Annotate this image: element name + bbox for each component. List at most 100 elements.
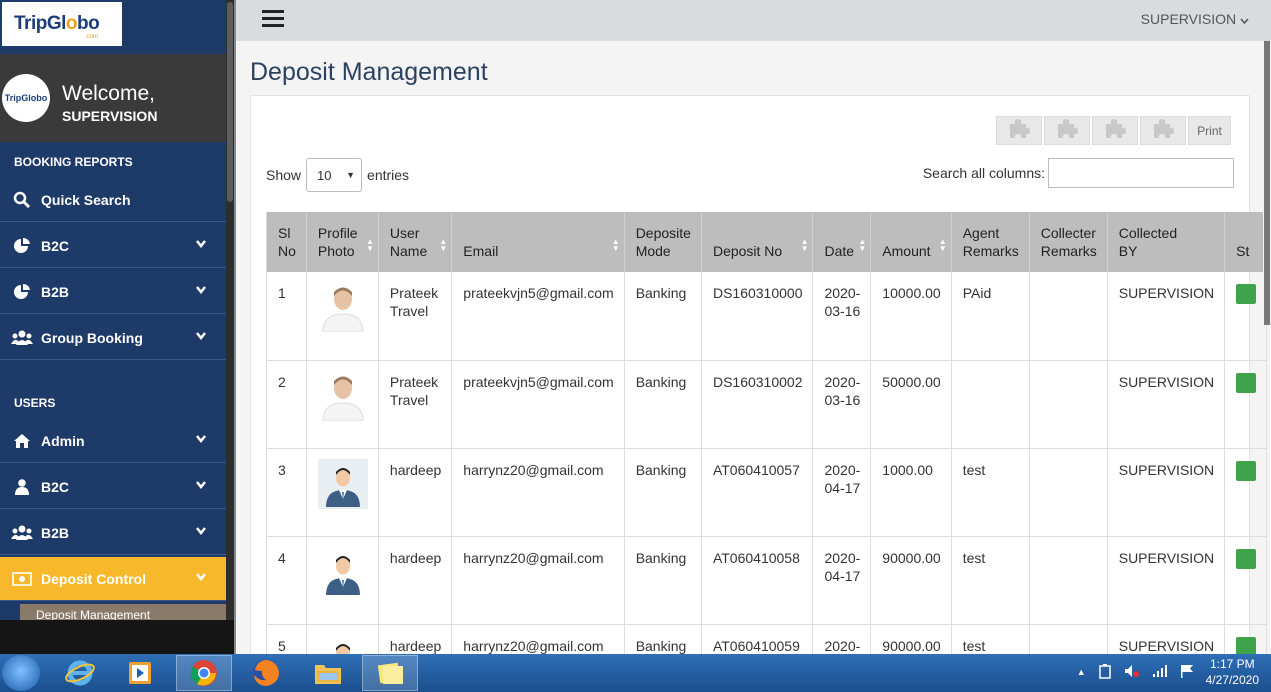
cell-user-name: Prateek Travel (378, 360, 453, 449)
sort-icon: ▲ ▼ (611, 237, 620, 253)
cell-date: 2020- (812, 624, 872, 654)
cell-agent-remarks: test (951, 624, 1030, 654)
sidebar-item-b2c-users[interactable]: B2C (0, 465, 226, 509)
column-header-profile-photo[interactable]: Profile Photo ▲ ▼ (306, 212, 379, 272)
logo[interactable]: TripGlobo .com (2, 2, 122, 46)
column-header-collected-by[interactable]: Collected BY (1107, 212, 1226, 272)
cell-email: prateekvjn5@gmail.com (451, 272, 625, 361)
export-toolbar: Print (996, 116, 1231, 145)
cell-photo (306, 360, 379, 449)
power-icon[interactable] (1098, 663, 1112, 682)
cell-collecter-remarks (1029, 624, 1108, 654)
system-tray: ▲ 1:17 PM 4/27/2020 (1077, 656, 1259, 688)
sidebar-item-deposit-control[interactable]: Deposit Control (0, 557, 226, 601)
puzzle-icon (1007, 116, 1031, 145)
table-filter: Search all columns: (923, 158, 1234, 188)
clock-time: 1:17 PM (1209, 657, 1255, 671)
column-header-sl-no[interactable]: Sl No (266, 212, 307, 272)
status-toggle-button[interactable] (1236, 372, 1257, 393)
pie-chart-icon (0, 283, 38, 301)
main-scrollbar[interactable] (1263, 41, 1271, 325)
cell-collecter-remarks (1029, 536, 1108, 625)
firefox-icon[interactable] (238, 655, 294, 691)
export-button-4[interactable] (1140, 116, 1186, 145)
column-header-deposit-no[interactable]: Deposit No ▲ ▼ (701, 212, 814, 272)
cell-user-name: hardeep (378, 536, 453, 625)
cell-mode: Banking (624, 360, 702, 449)
entries-select[interactable]: 10 ▼ (306, 158, 363, 192)
cell-mode: Banking (624, 536, 702, 625)
sidebar-item-label: B2B (41, 283, 70, 300)
tray-expand-icon[interactable]: ▲ (1077, 667, 1086, 677)
cell-deposit-no: AT060410059 (701, 624, 814, 654)
print-button[interactable]: Print (1188, 116, 1231, 145)
chevron-down-icon (196, 435, 226, 446)
file-explorer-icon[interactable] (300, 655, 356, 691)
sort-icon: ▲ ▼ (800, 237, 809, 253)
search-input[interactable] (1048, 158, 1234, 188)
sidebar-scrollbar[interactable] (226, 0, 234, 620)
cell-email: harrynz20@gmail.com (451, 624, 625, 654)
main-scroll-thumb[interactable] (1264, 41, 1270, 325)
media-player-icon[interactable] (112, 655, 168, 691)
column-header-date[interactable]: Date ▲ ▼ (812, 212, 872, 272)
caret-down-icon: ▼ (346, 170, 356, 180)
sidebar-subitem-deposit-management[interactable]: Deposit Management (20, 604, 226, 620)
export-button-3[interactable] (1092, 116, 1138, 145)
profile-photo-businessman (317, 634, 368, 654)
entries-label: entries (367, 167, 410, 183)
volume-muted-icon[interactable] (1124, 664, 1140, 681)
cell-email: harrynz20@gmail.com (451, 536, 625, 625)
sidebar-item-quick-search[interactable]: Quick Search (0, 178, 226, 222)
user-menu[interactable]: SUPERVISION (1141, 11, 1249, 27)
cell-collected-by: SUPERVISION (1107, 360, 1226, 449)
sidebar-item-group-booking[interactable]: Group Booking (0, 316, 226, 360)
sidebar-scroll-thumb[interactable] (227, 2, 233, 202)
column-header-collecter-remarks[interactable]: Collecter Remarks (1029, 212, 1108, 272)
sidebar-item-b2b-reports[interactable]: B2B (0, 270, 226, 314)
pie-chart-icon (0, 237, 38, 255)
column-header-user-name[interactable]: User Name ▲ ▼ (378, 212, 453, 272)
users-icon (0, 525, 38, 541)
internet-explorer-icon[interactable] (52, 655, 108, 691)
cell-amount: 50000.00 (870, 360, 952, 449)
taskbar-clock[interactable]: 1:17 PM 4/27/2020 (1206, 656, 1259, 688)
status-toggle-button[interactable] (1236, 460, 1257, 481)
status-toggle-button[interactable] (1236, 636, 1257, 654)
logo-text: TripGlobo (14, 13, 100, 34)
action-center-flag-icon[interactable] (1180, 664, 1194, 681)
sidebar-item-b2c-reports[interactable]: B2C (0, 224, 226, 268)
cell-agent-remarks: test (951, 536, 1030, 625)
hamburger-menu-icon[interactable] (262, 10, 284, 28)
column-header-agent-remarks[interactable]: Agent Remarks (951, 212, 1030, 272)
section-users: USERS (14, 396, 56, 410)
sort-icon: ▲ ▼ (439, 237, 448, 253)
page-title: Deposit Management (250, 58, 488, 86)
chevron-down-icon (196, 286, 226, 297)
column-header-email[interactable]: Email ▲ ▼ (451, 212, 625, 272)
column-header-amount[interactable]: Amount ▲ ▼ (870, 212, 952, 272)
cell-status (1224, 536, 1268, 625)
export-button-2[interactable] (1044, 116, 1090, 145)
puzzle-icon (1151, 116, 1175, 145)
sidebar-item-label: B2C (41, 478, 70, 495)
start-button[interactable] (2, 655, 40, 691)
welcome-title: Welcome, (62, 82, 155, 105)
export-button-1[interactable] (996, 116, 1042, 145)
user-menu-label: SUPERVISION (1140, 11, 1237, 27)
cell-agent-remarks: PAid (951, 272, 1030, 361)
cell-photo (306, 624, 379, 654)
sticky-notes-icon[interactable] (362, 655, 418, 691)
cell-amount: 1000.00 (870, 448, 952, 537)
status-toggle-button[interactable] (1236, 284, 1257, 304)
network-icon[interactable] (1152, 664, 1168, 681)
sidebar-item-b2b-users[interactable]: B2B (0, 511, 226, 555)
cell-sl: 3 (266, 448, 307, 537)
status-toggle-button[interactable] (1236, 548, 1257, 569)
avatar-text: TripGlobo (4, 93, 48, 103)
sidebar-item-admin[interactable]: Admin (0, 419, 226, 463)
chrome-icon[interactable] (176, 655, 232, 691)
cell-photo (306, 448, 379, 537)
column-header-status[interactable]: St (1224, 212, 1268, 272)
column-header-deposite-mode[interactable]: Deposite Mode (624, 212, 702, 272)
